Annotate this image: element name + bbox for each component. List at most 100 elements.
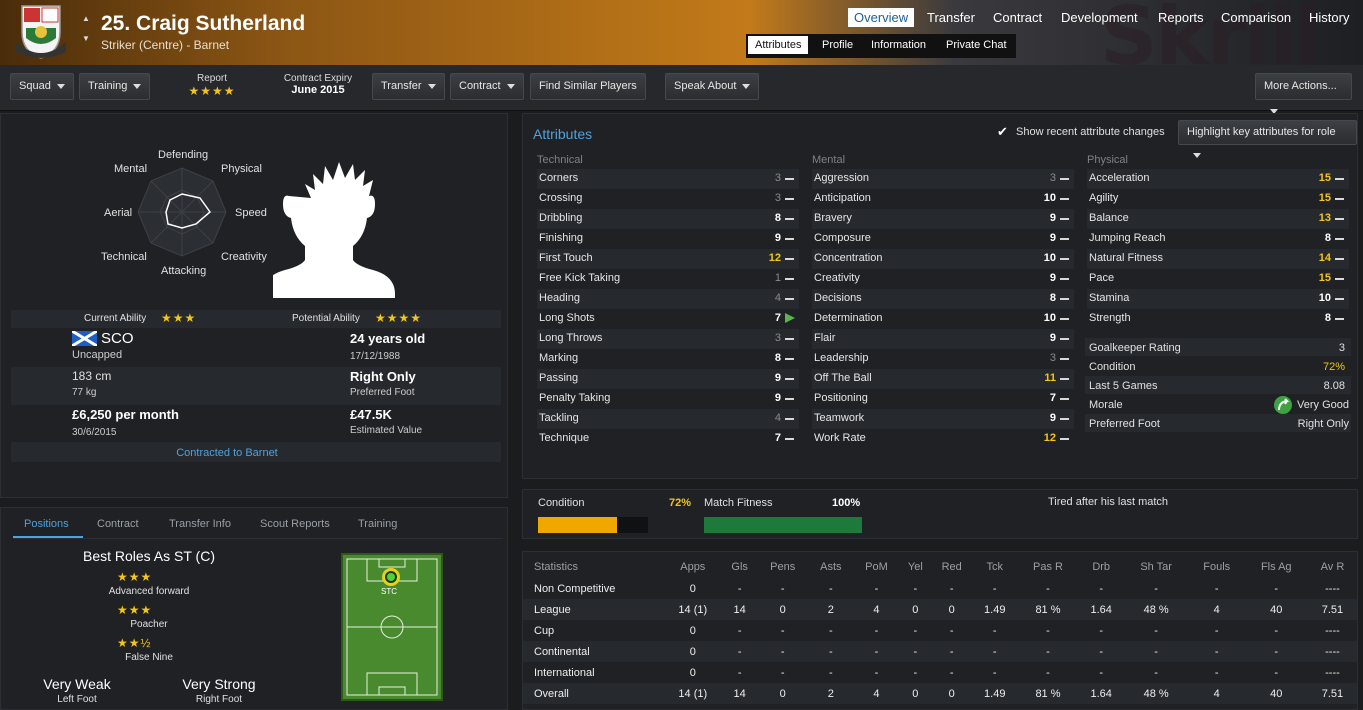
more-actions-button[interactable]: More Actions...: [1255, 73, 1352, 114]
tab-contract[interactable]: Contract: [987, 8, 1048, 27]
next-player-button[interactable]: ▼: [82, 34, 90, 43]
tab-development[interactable]: Development: [1055, 8, 1144, 27]
attribute-row-dribbling[interactable]: Dribbling 8: [537, 209, 799, 229]
highlight-key-attributes-button[interactable]: Highlight key attributes for role: [1178, 120, 1357, 158]
stat-cell: 0: [779, 687, 786, 700]
attribute-row-teamwork[interactable]: Teamwork 9: [812, 409, 1074, 429]
attribute-row-technique[interactable]: Technique 7: [537, 429, 799, 449]
stat-row[interactable]: Overall 14 (1) 14 0 2 4 0 0 1.49 81 % 1.64 48 % 4 40 7…: [523, 683, 1357, 704]
tab-reports[interactable]: Reports: [1152, 8, 1210, 27]
attribute-name: Crossing: [539, 192, 583, 204]
stat-column-header[interactable]: Pas R: [1017, 556, 1079, 578]
stat-column-header[interactable]: Apps: [663, 556, 723, 578]
checkmark-icon[interactable]: ✔: [997, 124, 1008, 140]
attribute-row-bravery[interactable]: Bravery 9: [812, 209, 1074, 229]
stat-column-header[interactable]: Tck: [973, 556, 1017, 578]
attribute-row-tackling[interactable]: Tackling 4: [537, 409, 799, 429]
attribute-row-determination[interactable]: Determination 10: [812, 309, 1074, 329]
attribute-row-composure[interactable]: Composure 9: [812, 229, 1074, 249]
subtab-private-chat[interactable]: Private Chat: [939, 36, 1014, 54]
stat-column-header[interactable]: PoM: [853, 556, 900, 578]
speak-about-button[interactable]: Speak About: [665, 73, 760, 100]
find-similar-players-button[interactable]: Find Similar Players: [530, 73, 646, 100]
subtab-information[interactable]: Information: [864, 36, 933, 54]
attribute-row-creativity[interactable]: Creativity 9: [812, 269, 1074, 289]
stat-column-header[interactable]: Gls: [723, 556, 757, 578]
attribute-value: 14: [1318, 252, 1331, 264]
attribute-row-passing[interactable]: Passing 9: [537, 369, 799, 389]
attribute-row-anticipation[interactable]: Anticipation 10: [812, 189, 1074, 209]
stat-column-header[interactable]: Sh Tar: [1123, 556, 1188, 578]
player-name: 25. Craig Sutherland: [101, 12, 306, 35]
attribute-row-marking[interactable]: Marking 8: [537, 349, 799, 369]
stat-column-header[interactable]: Fouls: [1189, 556, 1245, 578]
attribute-row-natural-fitness[interactable]: Natural Fitness 14: [1087, 249, 1349, 269]
attribute-row-corners[interactable]: Corners 3: [537, 169, 799, 189]
condition-value: 72%: [1322, 361, 1345, 373]
stat-cell: -: [1099, 645, 1104, 658]
training-button[interactable]: Training: [79, 73, 151, 100]
attribute-row-positioning[interactable]: Positioning 7: [812, 389, 1074, 409]
stat-column-header[interactable]: Fls Ag: [1245, 556, 1308, 578]
attribute-row-pace[interactable]: Pace 15: [1087, 269, 1349, 289]
attribute-row-flair[interactable]: Flair 9: [812, 329, 1074, 349]
stat-row[interactable]: International 0- - - - - - - - - - - - ----: [523, 662, 1357, 683]
stat-cell: -: [829, 666, 833, 679]
tab-comparison[interactable]: Comparison: [1215, 8, 1297, 27]
attribute-row-aggression[interactable]: Aggression 3: [812, 169, 1074, 189]
match-fitness-bar: [704, 517, 862, 533]
attribute-row-jumping-reach[interactable]: Jumping Reach 8: [1087, 229, 1349, 249]
report-summary[interactable]: Report ★★★★: [160, 73, 264, 98]
squad-button[interactable]: Squad: [10, 73, 74, 100]
stat-column-header[interactable]: Av R: [1308, 556, 1357, 578]
attribute-row-long-throws[interactable]: Long Throws 3: [537, 329, 799, 349]
stat-column-header[interactable]: Asts: [809, 556, 853, 578]
subtab-profile[interactable]: Profile: [815, 36, 860, 54]
attribute-row-free-kick-taking[interactable]: Free Kick Taking 1: [537, 269, 799, 289]
stat-row[interactable]: Cup 0- - - - - - - - - - - - ----: [523, 620, 1357, 641]
stat-row[interactable]: Continental 0- - - - - - - - - - - - ----: [523, 641, 1357, 662]
attribute-row-leadership[interactable]: Leadership 3: [812, 349, 1074, 369]
contracted-to-link[interactable]: Contracted to Barnet: [1, 447, 453, 459]
stat-column-header[interactable]: Red: [931, 556, 973, 578]
contract-button[interactable]: Contract: [450, 73, 524, 100]
stat-column-header[interactable]: Drb: [1079, 556, 1123, 578]
attribute-name: Strength: [1089, 312, 1131, 324]
show-changes-toggle[interactable]: Show recent attribute changes: [1016, 126, 1165, 138]
attribute-row-balance[interactable]: Balance 13: [1087, 209, 1349, 229]
transfer-button[interactable]: Transfer: [372, 73, 445, 100]
subtab-attributes[interactable]: Attributes: [748, 36, 809, 54]
stat-row[interactable]: Non Competitive 0- - - - - - - - - - - - ----: [523, 578, 1357, 599]
tab-scout-reports[interactable]: Scout Reports: [260, 518, 330, 530]
attribute-row-long-shots[interactable]: Long Shots 7: [537, 309, 799, 329]
stat-row[interactable]: League 14 (1) 14 0 2 4 0 0 1.49 81 % 1.64 48 % 4 40 7.…: [523, 599, 1357, 620]
attribute-row-finishing[interactable]: Finishing 9: [537, 229, 799, 249]
attribute-value: 1: [774, 272, 781, 284]
attribute-name: Creativity: [814, 272, 860, 284]
attribute-row-acceleration[interactable]: Acceleration 15: [1087, 169, 1349, 189]
attribute-row-stamina[interactable]: Stamina 10: [1087, 289, 1349, 309]
attribute-row-penalty-taking[interactable]: Penalty Taking 9: [537, 389, 799, 409]
attribute-row-work-rate[interactable]: Work Rate 12: [812, 429, 1074, 449]
attribute-row-strength[interactable]: Strength 8: [1087, 309, 1349, 329]
attribute-row-off-the-ball[interactable]: Off The Ball 11: [812, 369, 1074, 389]
tab-transfer-info[interactable]: Transfer Info: [169, 518, 231, 530]
pitch-diagram[interactable]: [341, 553, 443, 701]
stat-column-header[interactable]: Yel: [900, 556, 931, 578]
tab-history[interactable]: History: [1303, 8, 1355, 27]
tab-contract-info[interactable]: Contract: [97, 518, 139, 530]
attribute-row-heading[interactable]: Heading 4: [537, 289, 799, 309]
attribute-row-first-touch[interactable]: First Touch 12: [537, 249, 799, 269]
stat-column-header[interactable]: Pens: [757, 556, 809, 578]
attribute-row-agility[interactable]: Agility 15: [1087, 189, 1349, 209]
attribute-value: 7: [774, 312, 781, 324]
tab-positions[interactable]: Positions: [24, 518, 69, 530]
tab-training[interactable]: Training: [358, 518, 397, 530]
tab-overview[interactable]: Overview: [848, 8, 915, 27]
attribute-row-concentration[interactable]: Concentration 10: [812, 249, 1074, 269]
stat-column-header[interactable]: Statistics: [523, 556, 663, 578]
attribute-row-crossing[interactable]: Crossing 3: [537, 189, 799, 209]
tab-transfer[interactable]: Transfer: [921, 8, 981, 27]
previous-player-button[interactable]: ▲: [82, 14, 90, 23]
attribute-row-decisions[interactable]: Decisions 8: [812, 289, 1074, 309]
